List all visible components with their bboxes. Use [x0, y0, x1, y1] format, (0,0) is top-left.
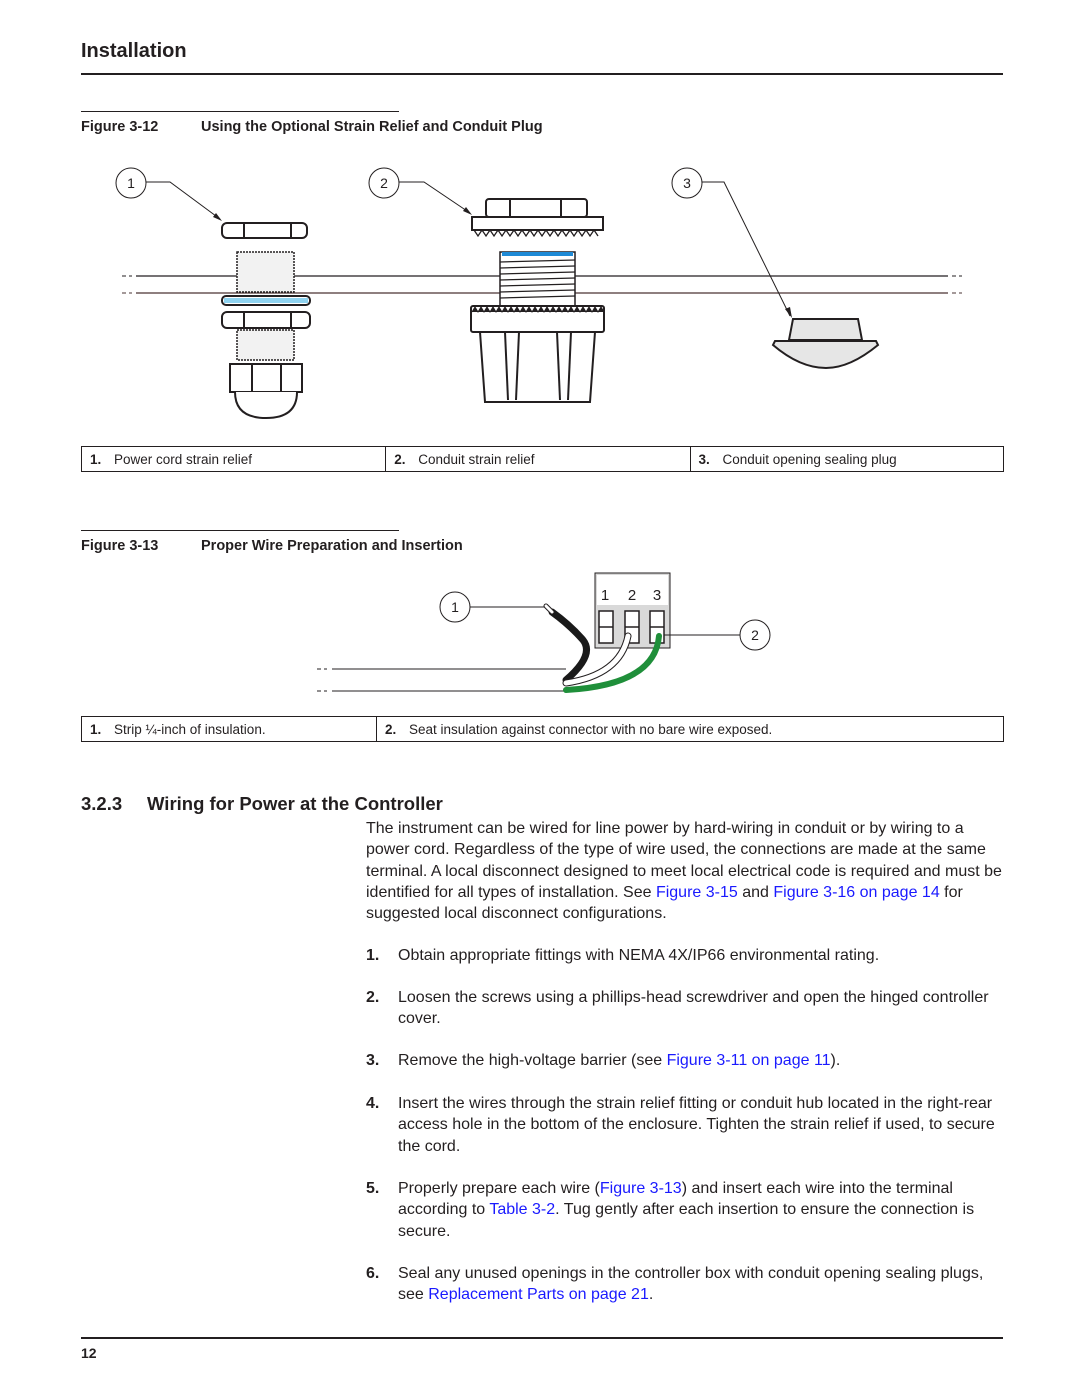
page-header-title: Installation: [81, 40, 187, 62]
power-cord-strain-relief-drawing: [221, 222, 311, 420]
figure-13-illustration: 1 2 3 1 2: [317, 572, 771, 693]
section-number: 3.2.3: [81, 793, 123, 814]
page-number: 12: [81, 1345, 97, 1361]
figure-12-title: Using the Optional Strain Relief and Con…: [201, 119, 543, 135]
legend-item: 2. Seat insulation against connector with…: [376, 716, 1004, 742]
section-heading: 3.2.3 Wiring for Power at the Controller: [81, 793, 443, 815]
link-figure-3-16[interactable]: Figure 3-16 on page 14: [773, 884, 939, 901]
figure-13-caption-rule: [81, 530, 399, 531]
callout-2-label: 2: [751, 627, 759, 643]
figure-13-callout-1: 1: [439, 591, 545, 623]
figure-12-callout-1: 1: [115, 167, 222, 221]
link-figure-3-11[interactable]: Figure 3-11 on page 11: [667, 1052, 831, 1069]
figure-12-callout-3: 3: [671, 167, 792, 318]
figure-13-number: Figure 3-13: [81, 538, 159, 554]
callout-1-label: 1: [127, 175, 135, 191]
terminal-label-2: 2: [628, 587, 636, 604]
link-figure-3-15[interactable]: Figure 3-15: [656, 884, 738, 901]
callout-2-label: 2: [380, 175, 388, 191]
terminal-label-1: 1: [601, 587, 609, 604]
link-table-3-2[interactable]: Table 3-2: [489, 1201, 555, 1218]
figure-12-number: Figure 3-12: [81, 119, 159, 135]
figure-13-legend: 1. Strip ¼-inch of insulation. 2. Seat ins…: [80, 716, 1004, 742]
figure-13-caption: Figure 3-13 Proper Wire Preparation and I…: [81, 538, 463, 554]
step-4: 4. Insert the wires through the strain r…: [366, 1095, 995, 1155]
conduit-strain-relief-drawing: [470, 198, 605, 403]
step-2: 2. Loosen the screws using a phillips-he…: [366, 989, 989, 1028]
section-title: Wiring for Power at the Controller: [147, 793, 443, 814]
step-6: 6. Seal any unused openings in the contr…: [366, 1265, 984, 1304]
black-wire: [548, 608, 590, 684]
cable-jacket: [317, 668, 566, 692]
figure-13-callout-2: 2: [664, 619, 771, 651]
footer-rule: [81, 1337, 1003, 1339]
terminal-label-3: 3: [653, 587, 661, 604]
header-rule: [81, 73, 1003, 75]
legend-item: 1. Strip ¼-inch of insulation.: [80, 716, 378, 742]
figure-13-title: Proper Wire Preparation and Insertion: [201, 538, 463, 554]
step-5: 5. Properly prepare each wire (Figure 3-…: [366, 1180, 975, 1240]
step-3: 3. Remove the high-voltage barrier (see …: [366, 1052, 841, 1069]
figure-12-callout-2: 2: [368, 167, 472, 215]
figure-12-legend: 1. Power cord strain relief 2. Conduit str…: [80, 446, 1004, 472]
callout-1-label: 1: [451, 599, 459, 615]
figure-12-caption-rule: [81, 111, 399, 112]
legend-item: 3. Conduit opening sealing plug: [689, 446, 1004, 472]
legend-item: 1. Power cord strain relief: [80, 446, 387, 472]
link-replacement-parts[interactable]: Replacement Parts on page 21: [428, 1286, 649, 1303]
legend-item: 2. Conduit strain relief: [385, 446, 691, 472]
callout-3-label: 3: [683, 175, 691, 191]
intro-paragraph: The instrument can be wired for line pow…: [366, 820, 1002, 923]
link-figure-3-13[interactable]: Figure 3-13: [600, 1180, 682, 1197]
figure-12-caption: Figure 3-12 Using the Optional Strain Rel…: [81, 119, 543, 135]
figure-12-illustration: 1 2 3: [115, 167, 962, 420]
step-1: 1. Obtain appropriate fittings with NEMA…: [366, 947, 880, 964]
conduit-sealing-plug-drawing: [771, 318, 880, 370]
